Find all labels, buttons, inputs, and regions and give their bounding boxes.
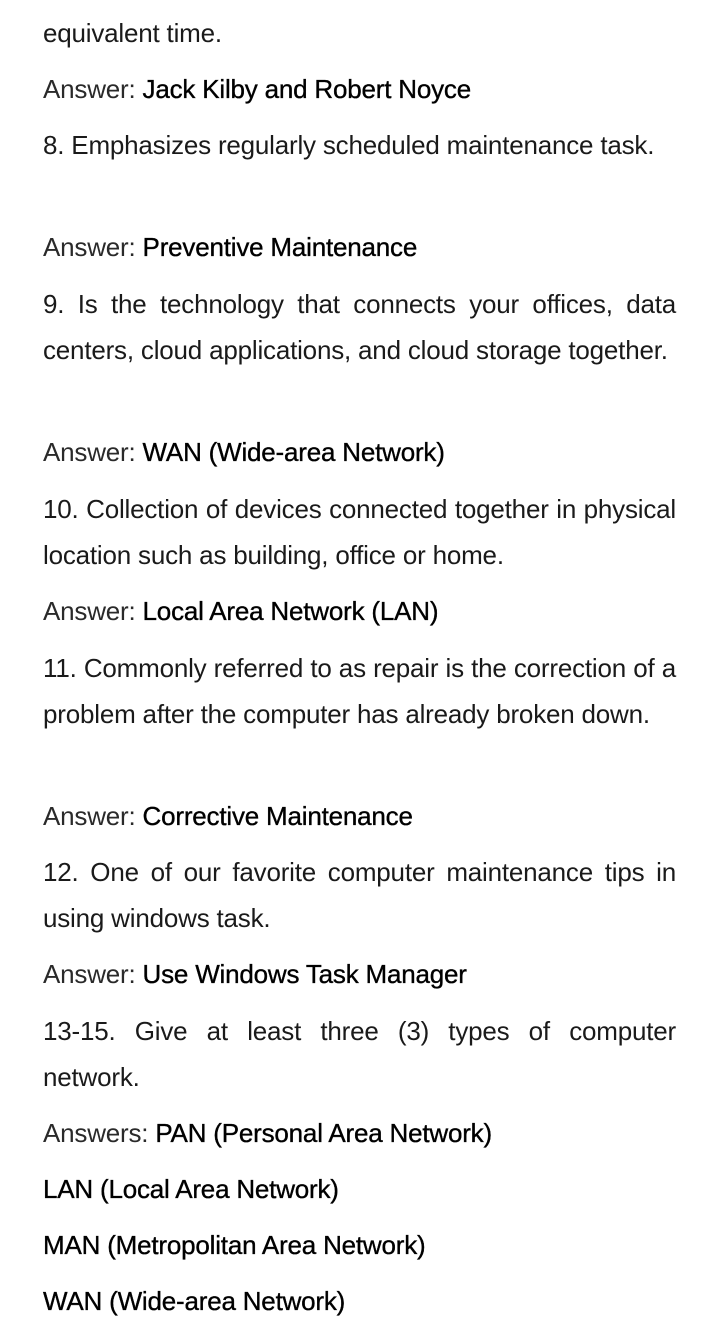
answer-label: Answer: [43,959,143,989]
question-text: 10. Collection of devices connected toge… [43,494,676,570]
question-text: 12. One of our favorite computer mainten… [43,857,676,933]
question-12: 12. One of our favorite computer mainten… [43,849,676,941]
answers-13-15-fourth: WAN (Wide-area Network) [43,1278,676,1324]
answers-13-15-first: Answers: PAN (Personal Area Network) [43,1110,676,1156]
answer-value: LAN (Local Area Network) [43,1174,339,1204]
question-text: 13-15. Give at least three (3) types of … [43,1016,676,1092]
question-8: 8. Emphasizes regularly scheduled mainte… [43,122,676,168]
answer-label: Answer: [43,596,143,626]
answer-value: Local Area Network (LAN) [142,596,439,626]
answer-value: WAN (Wide-area Network) [142,437,445,467]
answer-value: MAN (Metropolitan Area Network) [43,1230,426,1260]
answer-12: Answer: Use Windows Task Manager [43,951,676,997]
question-11: 11. Commonly referred to as repair is th… [43,645,676,737]
answer-value: Jack Kilby and Robert Noyce [142,74,471,104]
question-10: 10. Collection of devices connected toge… [43,486,676,578]
answer-value: WAN (Wide-area Network) [43,1286,346,1316]
intro-text: equivalent time. [43,18,222,48]
answer-11: Answer: Corrective Maintenance [43,793,676,839]
question-text: 8. Emphasizes regularly scheduled mainte… [43,130,655,160]
answer-value: Preventive Maintenance [142,232,418,262]
answer-value: Corrective Maintenance [142,801,413,831]
answer-8: Answer: Preventive Maintenance [43,224,676,270]
question-text: 11. Commonly referred to as repair is th… [43,653,676,729]
answer-7: Answer: Jack Kilby and Robert Noyce [43,66,676,112]
answer-label: Answer: [43,232,143,262]
answers-label: Answers: [43,1118,156,1148]
answers-13-15-second: LAN (Local Area Network) [43,1166,676,1212]
answer-value: Use Windows Task Manager [142,959,467,989]
answer-9: Answer: WAN (Wide-area Network) [43,429,676,475]
answer-label: Answer: [43,801,143,831]
answer-label: Answer: [43,437,143,467]
intro-line: equivalent time. [43,10,676,56]
answer-value: PAN (Personal Area Network) [155,1118,492,1148]
answer-label: Answer: [43,74,143,104]
answer-10: Answer: Local Area Network (LAN) [43,588,676,634]
question-text: 9. Is the technology that connects your … [43,289,676,365]
question-13-15: 13-15. Give at least three (3) types of … [43,1008,676,1100]
question-9: 9. Is the technology that connects your … [43,281,676,373]
answers-13-15-third: MAN (Metropolitan Area Network) [43,1222,676,1268]
